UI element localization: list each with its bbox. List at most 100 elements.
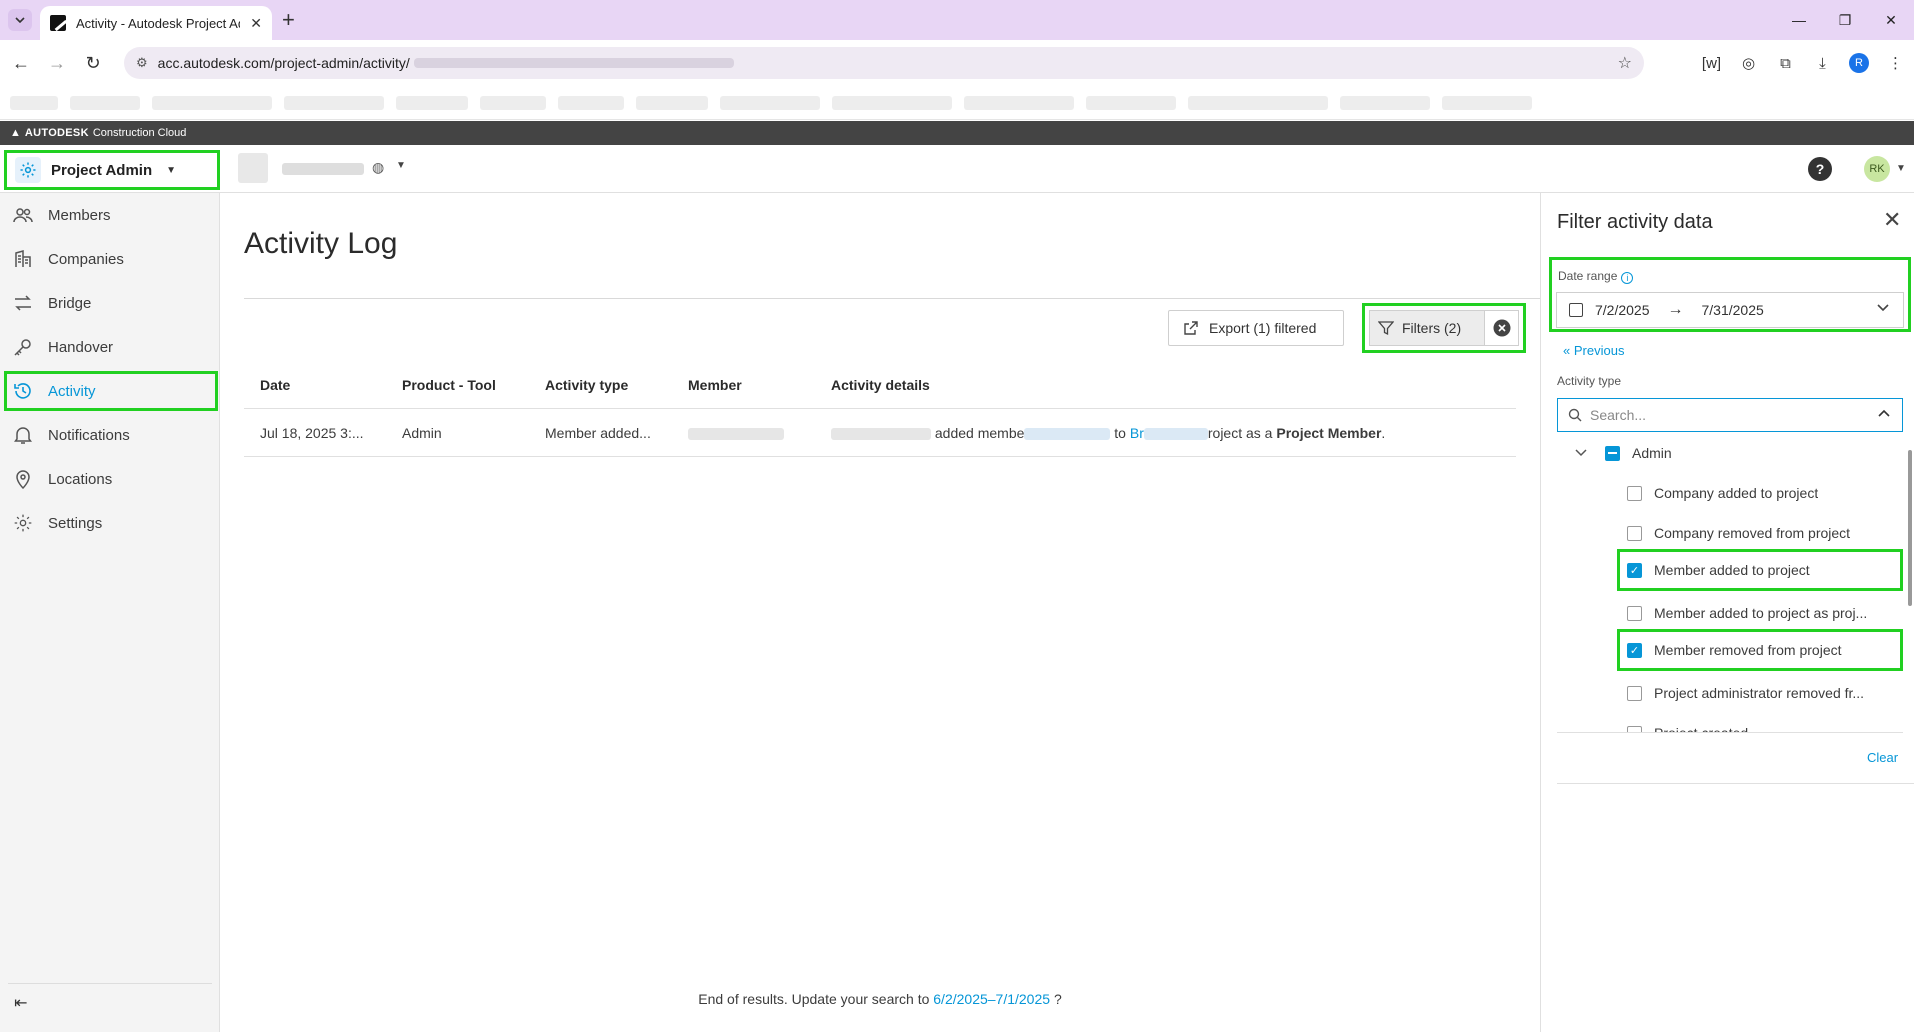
clear-filters-button[interactable] bbox=[1485, 310, 1519, 346]
bookmark-item[interactable] bbox=[832, 95, 952, 110]
column-header-date[interactable]: Date bbox=[244, 377, 386, 393]
chevron-down-icon[interactable]: ▼ bbox=[1896, 163, 1906, 174]
column-header-member[interactable]: Member bbox=[672, 377, 815, 393]
option-company-added[interactable]: Company added to project bbox=[1557, 473, 1903, 513]
back-arrow-icon[interactable]: ← bbox=[10, 52, 32, 74]
checkbox[interactable] bbox=[1627, 525, 1642, 541]
activity-type-label: Activity type bbox=[1557, 374, 1622, 388]
checkbox-checked[interactable]: ✓ bbox=[1627, 562, 1642, 578]
module-switcher[interactable]: Project Admin ▼ bbox=[4, 150, 220, 190]
option-member-added-as-project-admin[interactable]: Member added to project as proj... bbox=[1557, 593, 1903, 633]
browser-menu-icon[interactable]: ⋮ bbox=[1877, 48, 1914, 78]
help-icon[interactable]: ? bbox=[1808, 157, 1832, 181]
member-link-redacted[interactable] bbox=[1024, 427, 1111, 440]
close-tab-icon[interactable]: ✕ bbox=[250, 15, 262, 32]
sidebar-item-notifications[interactable]: Notifications bbox=[0, 415, 220, 455]
sidebar-item-members[interactable]: Members bbox=[0, 195, 220, 235]
table-row[interactable]: Jul 18, 2025 3:... Admin Member added...… bbox=[244, 409, 1516, 457]
info-icon[interactable]: i bbox=[1621, 272, 1634, 284]
page-title: Activity Log bbox=[244, 227, 398, 260]
option-member-removed[interactable]: ✓ Member removed from project bbox=[1617, 629, 1903, 671]
profile-avatar[interactable]: R bbox=[1849, 53, 1869, 73]
date-range-picker[interactable]: 7/2/2025 → 7/31/2025 bbox=[1556, 292, 1904, 328]
new-tab-button[interactable]: + bbox=[282, 8, 295, 32]
bookmark-item[interactable] bbox=[964, 95, 1074, 110]
address-bar[interactable]: ⚙ acc.autodesk.com/project-admin/activit… bbox=[124, 47, 1644, 79]
option-project-admin-removed[interactable]: Project administrator removed fr... bbox=[1557, 673, 1903, 713]
bookmark-item[interactable] bbox=[1086, 95, 1176, 110]
bookmark-item[interactable] bbox=[720, 95, 820, 110]
column-header-product-tool[interactable]: Product - Tool bbox=[386, 377, 529, 393]
site-info-icon[interactable]: ⚙ bbox=[136, 55, 148, 71]
checkbox[interactable] bbox=[1627, 485, 1642, 501]
activity-type-search[interactable]: Search... bbox=[1557, 398, 1903, 432]
chevron-up-icon[interactable] bbox=[1878, 406, 1890, 420]
project-thumbnail[interactable] bbox=[238, 153, 268, 183]
handover-icon bbox=[12, 336, 34, 358]
acc-brand-bar: ▲ AUTODESK Construction Cloud bbox=[0, 121, 1914, 145]
reload-icon[interactable]: ↻ bbox=[82, 52, 104, 74]
bookmark-item[interactable] bbox=[1442, 95, 1532, 110]
checkbox[interactable] bbox=[1627, 605, 1642, 621]
filters-button[interactable]: Filters (2) bbox=[1369, 310, 1485, 346]
checkbox[interactable] bbox=[1627, 725, 1642, 732]
user-avatar[interactable]: RK bbox=[1864, 156, 1890, 182]
puzzle-icon[interactable]: ⧉ bbox=[1767, 48, 1804, 78]
chevron-down-icon[interactable]: ▼ bbox=[396, 160, 406, 171]
sidebar-item-activity[interactable]: Activity bbox=[4, 371, 218, 411]
column-header-activity-type[interactable]: Activity type bbox=[529, 377, 672, 393]
previous-range-link[interactable]: 6/2/2025–7/1/2025 bbox=[933, 991, 1050, 1007]
project-link-redacted[interactable] bbox=[1143, 427, 1208, 440]
sidebar-item-locations[interactable]: Locations bbox=[0, 459, 220, 499]
project-link[interactable]: Br bbox=[1130, 425, 1144, 441]
minimize-icon[interactable]: — bbox=[1776, 0, 1822, 40]
checkbox-checked[interactable]: ✓ bbox=[1627, 642, 1642, 658]
bookmark-item[interactable] bbox=[70, 95, 140, 110]
bookmark-item[interactable] bbox=[284, 95, 384, 110]
bookmark-item[interactable] bbox=[558, 95, 624, 110]
bookmark-item[interactable] bbox=[152, 95, 272, 110]
date-from: 7/2/2025 bbox=[1595, 302, 1650, 318]
search-placeholder: Search... bbox=[1590, 407, 1647, 423]
browser-tab[interactable]: Activity - Autodesk Project Adm ✕ bbox=[40, 6, 272, 40]
sidebar-item-settings[interactable]: Settings bbox=[0, 503, 220, 543]
bookmark-item[interactable] bbox=[10, 95, 58, 110]
forward-arrow-icon[interactable]: → bbox=[46, 52, 68, 74]
option-company-removed[interactable]: Company removed from project bbox=[1557, 513, 1903, 553]
tree-group-admin[interactable]: Admin bbox=[1557, 433, 1903, 473]
previous-range-button[interactable]: « Previous bbox=[1563, 343, 1624, 358]
bookmark-item[interactable] bbox=[636, 95, 708, 110]
option-member-added[interactable]: ✓ Member added to project bbox=[1617, 549, 1903, 591]
bookmark-item[interactable] bbox=[1340, 95, 1430, 110]
close-window-icon[interactable]: ✕ bbox=[1868, 0, 1914, 40]
project-name-redacted[interactable] bbox=[282, 163, 364, 175]
sidebar-item-handover[interactable]: Handover bbox=[0, 327, 220, 367]
sidebar-item-companies[interactable]: Companies bbox=[0, 239, 220, 279]
collapse-sidebar-icon[interactable]: ⇤ bbox=[14, 993, 27, 1013]
tab-search-button[interactable] bbox=[8, 9, 32, 31]
bell-icon bbox=[12, 424, 34, 446]
bookmark-item[interactable] bbox=[396, 95, 468, 110]
column-header-activity-details[interactable]: Activity details bbox=[815, 377, 1516, 393]
export-label: Export (1) filtered bbox=[1209, 320, 1317, 336]
chevron-down-icon[interactable] bbox=[1575, 449, 1587, 457]
sidebar-item-bridge[interactable]: Bridge bbox=[0, 283, 220, 323]
restore-icon[interactable]: ❐ bbox=[1822, 0, 1868, 40]
option-project-created[interactable]: Project created bbox=[1557, 713, 1903, 732]
download-icon[interactable]: ⤓ bbox=[1804, 48, 1841, 78]
filter-funnel-icon bbox=[1378, 321, 1394, 336]
bookmark-item[interactable] bbox=[480, 95, 546, 110]
extension-icon[interactable]: [w] bbox=[1693, 48, 1730, 78]
bookmark-item[interactable] bbox=[1188, 95, 1328, 110]
export-button[interactable]: Export (1) filtered bbox=[1168, 310, 1344, 346]
chevron-down-icon bbox=[15, 17, 25, 23]
lens-icon[interactable]: ◎ bbox=[1730, 48, 1767, 78]
tree-scrollbar[interactable] bbox=[1907, 438, 1913, 728]
bookmark-star-icon[interactable]: ☆ bbox=[1618, 53, 1632, 73]
clear-button[interactable]: Clear bbox=[1867, 750, 1898, 765]
checkbox[interactable] bbox=[1627, 685, 1642, 701]
close-icon[interactable]: ✕ bbox=[1883, 209, 1901, 231]
details-text: to bbox=[1114, 424, 1126, 441]
group-checkbox[interactable] bbox=[1605, 445, 1620, 461]
scrollbar-thumb[interactable] bbox=[1908, 450, 1912, 606]
